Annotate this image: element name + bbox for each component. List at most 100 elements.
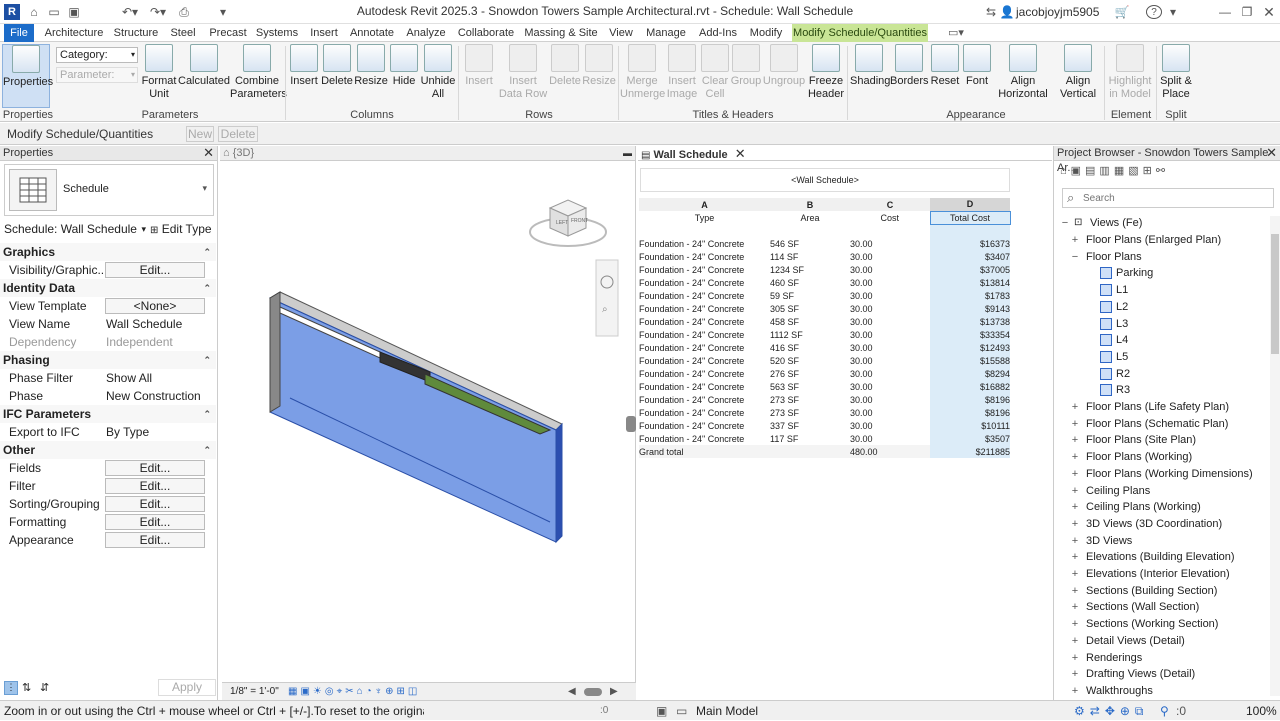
- table-row[interactable]: Foundation - 24" Concrete 337 SF 30.00 $101…: [639, 419, 1010, 432]
- tab-annotate[interactable]: Annotate: [348, 24, 396, 42]
- sign-in-arrows-icon[interactable]: ⇆: [984, 4, 998, 20]
- restore-icon[interactable]: ❐: [1240, 4, 1254, 20]
- cell-total-cost[interactable]: $3507: [930, 432, 1010, 445]
- cell-cost[interactable]: 30.00: [850, 289, 930, 302]
- edit-type-button[interactable]: ⊞ Edit Type: [150, 220, 216, 238]
- vertical-scrollbar[interactable]: [1270, 216, 1280, 696]
- user-name[interactable]: jacobjoyjm5905: [1016, 4, 1116, 20]
- help-icon[interactable]: ?: [1146, 5, 1162, 19]
- cell-type[interactable]: Foundation - 24" Concrete: [639, 341, 770, 354]
- tab-modify-schedule-quantities[interactable]: Modify Schedule/Quantities: [792, 24, 928, 42]
- filter-edit-button[interactable]: Edit...: [105, 478, 205, 494]
- type-selector[interactable]: Schedule ▾: [4, 164, 214, 216]
- table-row[interactable]: Foundation - 24" Concrete 59 SF 30.00 $1783: [639, 289, 1010, 302]
- cell-area[interactable]: 59 SF: [770, 289, 850, 302]
- sorting-edit-button[interactable]: Edit...: [105, 496, 205, 512]
- tab-steel[interactable]: Steel: [166, 24, 200, 42]
- apply-button[interactable]: Apply: [158, 679, 216, 696]
- scroll-left-icon[interactable]: ◀: [568, 683, 576, 701]
- search-box[interactable]: ⌕: [1062, 188, 1274, 208]
- workset-icon[interactable]: ▣: [656, 701, 667, 721]
- cell-type[interactable]: Foundation - 24" Concrete: [639, 393, 770, 406]
- section-ifc-parameters[interactable]: IFC Parameters ⌃: [0, 405, 216, 423]
- insert-row-button[interactable]: Insert: [462, 44, 496, 88]
- cell-area[interactable]: 1112 SF: [770, 328, 850, 341]
- freeze-header-button[interactable]: Freeze Header: [806, 44, 846, 101]
- resize-column-button[interactable]: Resize: [354, 44, 388, 88]
- cell-cost[interactable]: 30.00: [850, 406, 930, 419]
- cell-area[interactable]: 114 SF: [770, 250, 850, 263]
- cell-total-cost[interactable]: $12493: [930, 341, 1010, 354]
- table-row[interactable]: Foundation - 24" Concrete 416 SF 30.00 $124…: [639, 341, 1010, 354]
- cell-total-cost[interactable]: $16373: [930, 237, 1010, 250]
- category-select[interactable]: Category: ▾: [56, 47, 138, 63]
- horizontal-scrollbar[interactable]: [584, 688, 602, 696]
- calculated-button[interactable]: Calculated: [178, 44, 230, 88]
- insert-image-button[interactable]: Insert Image: [664, 44, 700, 101]
- selection-filter-icons[interactable]: ⚙⇄✥⊕⧉: [1074, 701, 1149, 721]
- view-template-button[interactable]: <None>: [105, 298, 205, 314]
- cell-type[interactable]: Foundation - 24" Concrete: [639, 367, 770, 380]
- cell-area[interactable]: 1234 SF: [770, 263, 850, 276]
- expand-icon[interactable]: +: [1070, 599, 1080, 615]
- cell-type[interactable]: Foundation - 24" Concrete: [639, 276, 770, 289]
- schedule-tab[interactable]: ▤ Wall Schedule ✕: [638, 146, 1052, 161]
- align-vertical-button[interactable]: Align Vertical: [1054, 44, 1102, 101]
- view-3d-tab[interactable]: ⌂ {3D} ▬: [220, 146, 635, 161]
- cell-cost[interactable]: 30.00: [850, 380, 930, 393]
- expand-icon[interactable]: +: [1070, 549, 1080, 565]
- cell-cost[interactable]: 30.00: [850, 237, 930, 250]
- tab-architecture[interactable]: Architecture: [42, 24, 106, 42]
- shading-button[interactable]: Shading: [850, 44, 890, 88]
- tab-systems[interactable]: Systems: [254, 24, 300, 42]
- design-option-icon[interactable]: ▭: [676, 701, 687, 721]
- sort-asc-icon[interactable]: ⇅: [22, 681, 31, 694]
- cell-type[interactable]: Foundation - 24" Concrete: [639, 315, 770, 328]
- tab-structure[interactable]: Structure: [112, 24, 160, 42]
- scrollbar-thumb[interactable]: [1271, 234, 1279, 354]
- cell-total-cost[interactable]: $15588: [930, 354, 1010, 367]
- table-row[interactable]: Foundation - 24" Concrete 117 SF 30.00 $350…: [639, 432, 1010, 445]
- cell-total-cost[interactable]: $13814: [930, 276, 1010, 289]
- expand-icon[interactable]: +: [1070, 416, 1080, 432]
- section-phasing[interactable]: Phasing ⌃: [0, 351, 216, 369]
- table-row[interactable]: Foundation - 24" Concrete 273 SF 30.00 $819…: [639, 406, 1010, 419]
- tab-dropdown-icon[interactable]: ▬: [623, 146, 632, 160]
- expand-icon[interactable]: +: [1070, 483, 1080, 499]
- instance-selector[interactable]: Schedule: Wall Schedule ▾: [2, 220, 148, 238]
- save-icon[interactable]: ▣: [66, 4, 82, 20]
- expand-icon[interactable]: +: [1070, 583, 1080, 599]
- cell-total-cost[interactable]: $16882: [930, 380, 1010, 393]
- collapse-icon[interactable]: −: [1070, 249, 1080, 265]
- tab-manage[interactable]: Manage: [642, 24, 690, 42]
- table-row[interactable]: Foundation - 24" Concrete 520 SF 30.00 $155…: [639, 354, 1010, 367]
- qat-dropdown-icon[interactable]: ▾: [218, 4, 228, 20]
- expand-icon[interactable]: +: [1070, 616, 1080, 632]
- cell-cost[interactable]: 30.00: [850, 341, 930, 354]
- table-row[interactable]: Foundation - 24" Concrete 458 SF 30.00 $137…: [639, 315, 1010, 328]
- cell-area[interactable]: 416 SF: [770, 341, 850, 354]
- expand-icon[interactable]: +: [1070, 533, 1080, 549]
- expand-icon[interactable]: +: [1070, 566, 1080, 582]
- column-letter[interactable]: A: [639, 198, 770, 211]
- delete-row-button[interactable]: Delete: [548, 44, 582, 88]
- filter-icon[interactable]: ⚲: [1160, 701, 1169, 721]
- table-row[interactable]: Foundation - 24" Concrete 563 SF 30.00 $168…: [639, 380, 1010, 393]
- cell-total-cost[interactable]: $3407: [930, 250, 1010, 263]
- expand-icon[interactable]: +: [1070, 449, 1080, 465]
- cell-cost[interactable]: 30.00: [850, 419, 930, 432]
- appearance-edit-button[interactable]: Edit...: [105, 532, 205, 548]
- scroll-right-icon[interactable]: ▶: [610, 683, 618, 701]
- expand-icon[interactable]: +: [1070, 432, 1080, 448]
- cell-total-cost[interactable]: $8196: [930, 406, 1010, 419]
- revit-logo-icon[interactable]: R: [4, 4, 20, 20]
- properties-button[interactable]: Properties: [2, 44, 53, 108]
- unhide-all-button[interactable]: Unhide All: [420, 44, 456, 101]
- tab-precast[interactable]: Precast: [206, 24, 250, 42]
- table-row[interactable]: Foundation - 24" Concrete 1234 SF 30.00 $37…: [639, 263, 1010, 276]
- new-button[interactable]: New: [186, 126, 214, 142]
- cell-total-cost[interactable]: $1783: [930, 289, 1010, 302]
- open-icon[interactable]: ▭: [46, 4, 62, 20]
- expand-icon[interactable]: +: [1070, 633, 1080, 649]
- column-letter[interactable]: C: [850, 198, 930, 211]
